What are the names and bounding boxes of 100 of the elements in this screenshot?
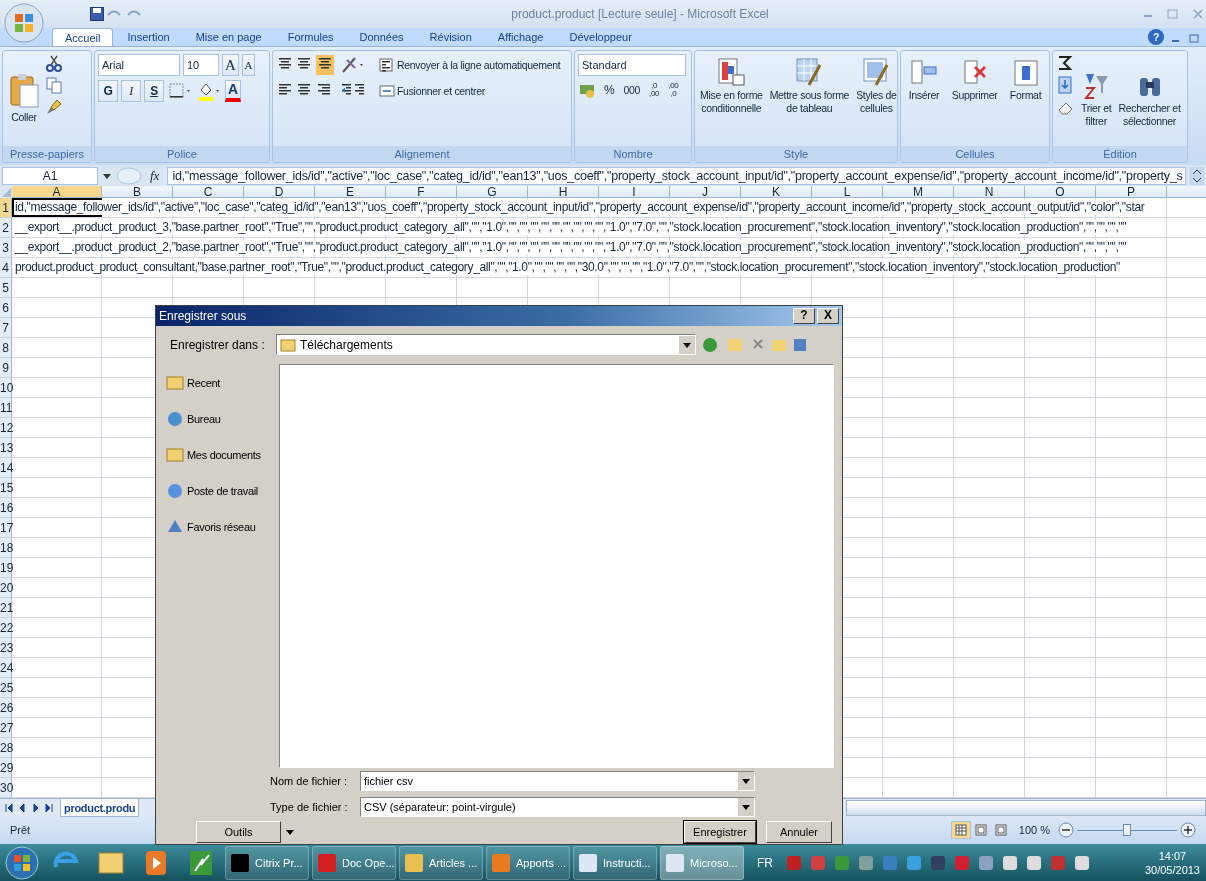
shrink-font-button[interactable]: A: [241, 54, 256, 76]
row-header[interactable]: 13: [0, 438, 12, 458]
taskbar-button[interactable]: Articles ...: [399, 846, 483, 880]
place-item[interactable]: Bureau: [166, 409, 269, 428]
taskbar-button[interactable]: Apports ...: [486, 846, 570, 880]
tray-app-icon[interactable]: [1002, 855, 1018, 871]
format-as-table-button[interactable]: Mettre sous forme de tableau: [767, 54, 852, 118]
row-header[interactable]: 3: [0, 238, 12, 258]
delete-button[interactable]: Supprimer: [949, 54, 1000, 105]
find-select-button[interactable]: Rechercher et sélectionner: [1116, 54, 1183, 143]
decimal-button[interactable]: ,00 ,0: [665, 81, 682, 99]
zoom-level[interactable]: 100 %: [1018, 821, 1050, 839]
row-header[interactable]: 23: [0, 638, 12, 658]
save-icon[interactable]: [90, 7, 104, 21]
ribbon-tab[interactable]: Données: [347, 28, 416, 46]
save-button[interactable]: Enregistrer: [684, 821, 756, 843]
thousands-button[interactable]: 000: [620, 82, 643, 98]
row-header[interactable]: 16: [0, 498, 12, 518]
format-button[interactable]: Format: [1007, 54, 1044, 105]
wrap-text-button[interactable]: Renvoyer à la ligne automatiquement: [376, 56, 564, 74]
row-header[interactable]: 6: [0, 298, 12, 318]
tray-app-icon[interactable]: [906, 855, 922, 871]
row-header[interactable]: 25: [0, 678, 12, 698]
font-color-button[interactable]: A: [225, 80, 241, 102]
bold-button[interactable]: G: [98, 80, 118, 102]
close-button[interactable]: X: [817, 308, 839, 324]
help-button[interactable]: ?: [1148, 29, 1164, 45]
row-header[interactable]: 7: [0, 318, 12, 338]
row-header[interactable]: 27: [0, 718, 12, 738]
underline-button[interactable]: S: [144, 80, 164, 102]
scroll-arrow-icon[interactable]: [1190, 166, 1204, 185]
ribbon-tab[interactable]: Affichage: [485, 28, 556, 46]
row-header[interactable]: 5: [0, 278, 12, 298]
formula-field[interactable]: id,"message_follower_ids/id","active","loc_case","categ_id/id","ean13","uos_coeff","property_stock_account_input/id","property_account_expense/id","property_account_income/id","property_s: [167, 166, 1186, 185]
row-header[interactable]: 21: [0, 598, 12, 618]
tray-app-icon[interactable]: [1074, 855, 1090, 871]
zoom-slider-thumb[interactable]: [1123, 824, 1131, 836]
row-header[interactable]: 1: [0, 198, 12, 218]
tray-app-icon[interactable]: [978, 855, 994, 871]
language-indicator[interactable]: FR: [757, 854, 773, 872]
merge-center-button[interactable]: Fusionner et centrer: [376, 82, 488, 100]
tray-app-icon[interactable]: [1026, 855, 1042, 871]
zoom-in-icon[interactable]: [1180, 822, 1196, 838]
italic-button[interactable]: I: [121, 80, 141, 102]
sort-filter-button[interactable]: Trier et filtrer: [1079, 54, 1114, 143]
ribbon-tab[interactable]: Mise en page: [183, 28, 274, 46]
sheet-tab[interactable]: product.produ: [60, 799, 140, 817]
tray-app-icon[interactable]: [858, 855, 874, 871]
tools-button[interactable]: Outils: [196, 821, 281, 843]
place-item[interactable]: Recent: [166, 373, 269, 392]
row-header[interactable]: 22: [0, 618, 12, 638]
row-header[interactable]: 4: [0, 258, 12, 278]
cancel-button[interactable]: Annuler: [766, 821, 832, 843]
row-header[interactable]: 19: [0, 558, 12, 578]
place-item[interactable]: Mes documents: [166, 445, 269, 464]
conditional-format-button[interactable]: Mise en forme conditionnelle: [698, 54, 765, 118]
row-header[interactable]: 24: [0, 658, 12, 678]
brush-icon[interactable]: [45, 98, 63, 116]
percent-button[interactable]: %: [601, 82, 618, 98]
filename-field[interactable]: fichier csv: [360, 771, 755, 792]
paste-button[interactable]: Coller: [6, 54, 42, 143]
row-header[interactable]: 28: [0, 738, 12, 758]
function-button[interactable]: fx: [146, 165, 164, 186]
view-button[interactable]: [950, 821, 971, 839]
row-header[interactable]: 14: [0, 458, 12, 478]
place-item[interactable]: Poste de travail: [166, 481, 269, 500]
ribbon-tab[interactable]: Développeur: [557, 28, 644, 46]
row-header[interactable]: 17: [0, 518, 12, 538]
row-header[interactable]: 9: [0, 358, 12, 378]
row-header[interactable]: 29: [0, 758, 12, 778]
horizontal-scrollbar[interactable]: [846, 800, 1206, 816]
number-format-field[interactable]: Standard: [578, 54, 686, 76]
row-header[interactable]: 12: [0, 418, 12, 438]
taskbar-button[interactable]: Doc Ope...: [312, 846, 396, 880]
taskbar-button[interactable]: Instructi...: [573, 846, 657, 880]
row-header[interactable]: 11: [0, 398, 12, 418]
scissors-icon[interactable]: [45, 54, 63, 72]
ribbon-tab[interactable]: Formules: [275, 28, 346, 46]
ribbon-tab[interactable]: Accueil: [52, 28, 114, 46]
row-header[interactable]: 26: [0, 698, 12, 718]
row-header[interactable]: 2: [0, 218, 12, 238]
column-header[interactable]: A: [12, 186, 102, 198]
file-type-dropdown[interactable]: CSV (séparateur: point-virgule): [360, 797, 755, 818]
row-header[interactable]: 18: [0, 538, 12, 558]
ribbon-tab[interactable]: Révision: [417, 28, 484, 46]
ribbon-tab[interactable]: Insertion: [115, 28, 182, 46]
cell-styles-button[interactable]: Styles de cellules: [854, 54, 899, 118]
taskbar-button[interactable]: Citrix Pr...: [225, 846, 309, 880]
row-header[interactable]: 8: [0, 338, 12, 358]
row-header[interactable]: 10: [0, 378, 12, 398]
name-box[interactable]: A1: [2, 166, 98, 185]
row-header[interactable]: 20: [0, 578, 12, 598]
clock[interactable]: 14:07 30/05/2013: [1144, 849, 1204, 877]
help-button[interactable]: ?: [793, 308, 815, 324]
font-name-field[interactable]: Arial: [98, 54, 180, 76]
start-button-icon[interactable]: [2, 845, 42, 881]
place-item[interactable]: Favoris réseau: [166, 517, 269, 536]
decimal-button[interactable]: ,0 ,00: [646, 81, 663, 99]
font-size-field[interactable]: 10: [183, 54, 219, 76]
row-header[interactable]: 30: [0, 778, 12, 798]
